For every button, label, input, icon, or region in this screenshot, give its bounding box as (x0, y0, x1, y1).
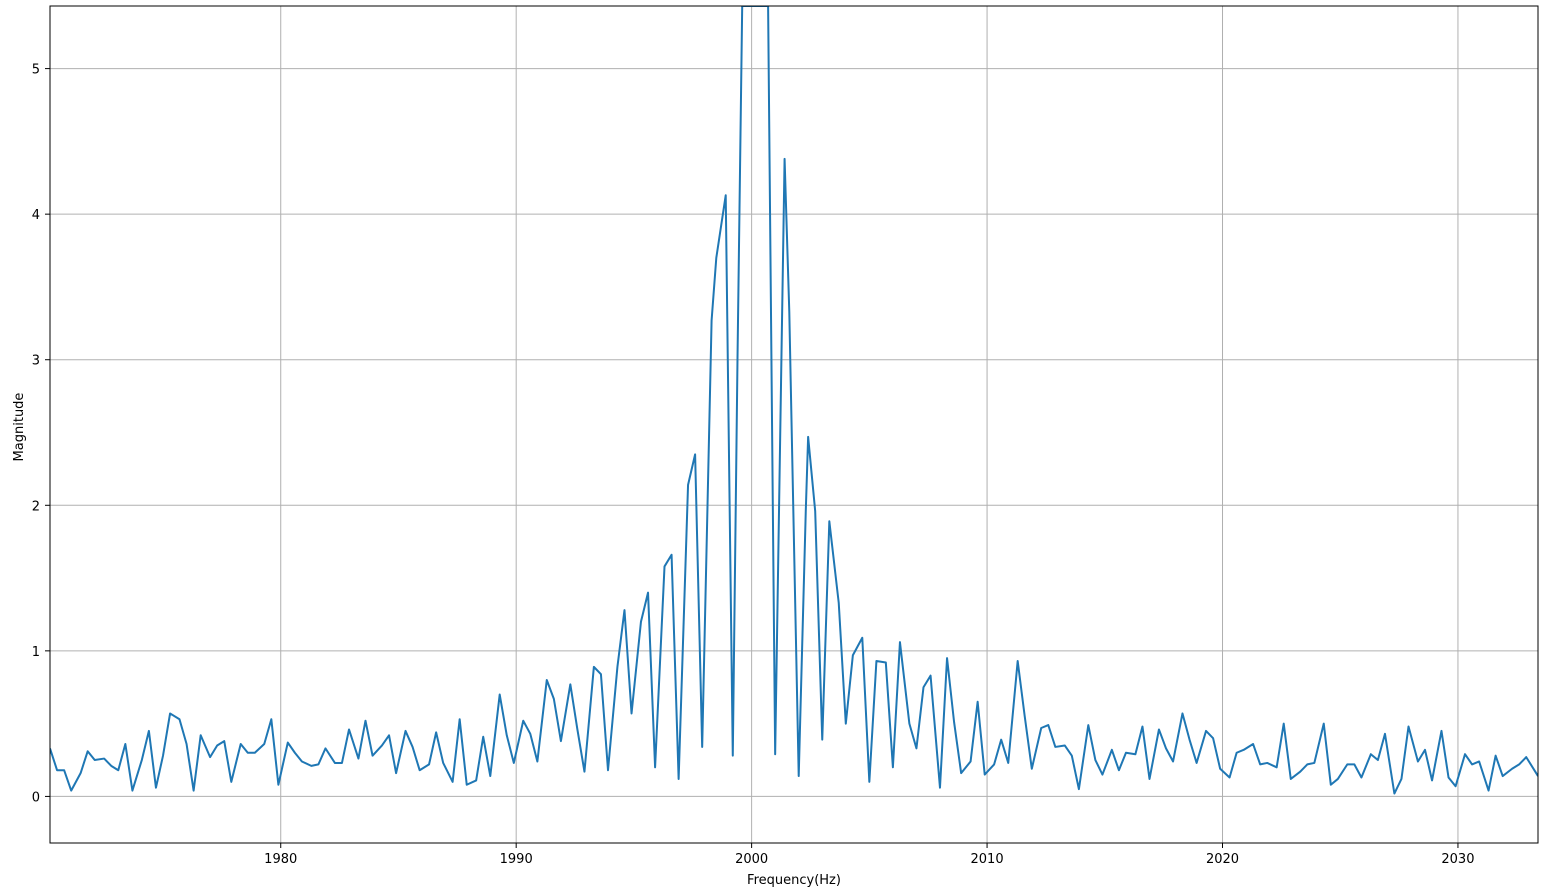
x-tick-label: 2020 (1206, 852, 1239, 867)
chart: 1980 1990 2000 2010 2020 2030 0 1 2 3 4 5 Frequency… (0, 0, 1551, 894)
x-axis-label: Frequency(Hz) (747, 873, 841, 888)
x-tick-label: 2010 (971, 852, 1004, 867)
chart-background (0, 0, 1551, 894)
y-tick-label: 3 (32, 354, 40, 369)
x-tick-label: 1990 (500, 852, 533, 867)
y-tick-label: 0 (32, 790, 40, 805)
x-tick-label: 2030 (1441, 852, 1474, 867)
y-tick-label: 1 (32, 645, 40, 660)
y-axis-label: Magnitude (12, 393, 27, 462)
y-tick-label: 2 (32, 499, 40, 514)
y-tick-label: 4 (32, 208, 40, 223)
x-tick-label: 2000 (735, 852, 768, 867)
x-tick-label: 1980 (264, 852, 297, 867)
y-tick-label: 5 (32, 63, 40, 78)
